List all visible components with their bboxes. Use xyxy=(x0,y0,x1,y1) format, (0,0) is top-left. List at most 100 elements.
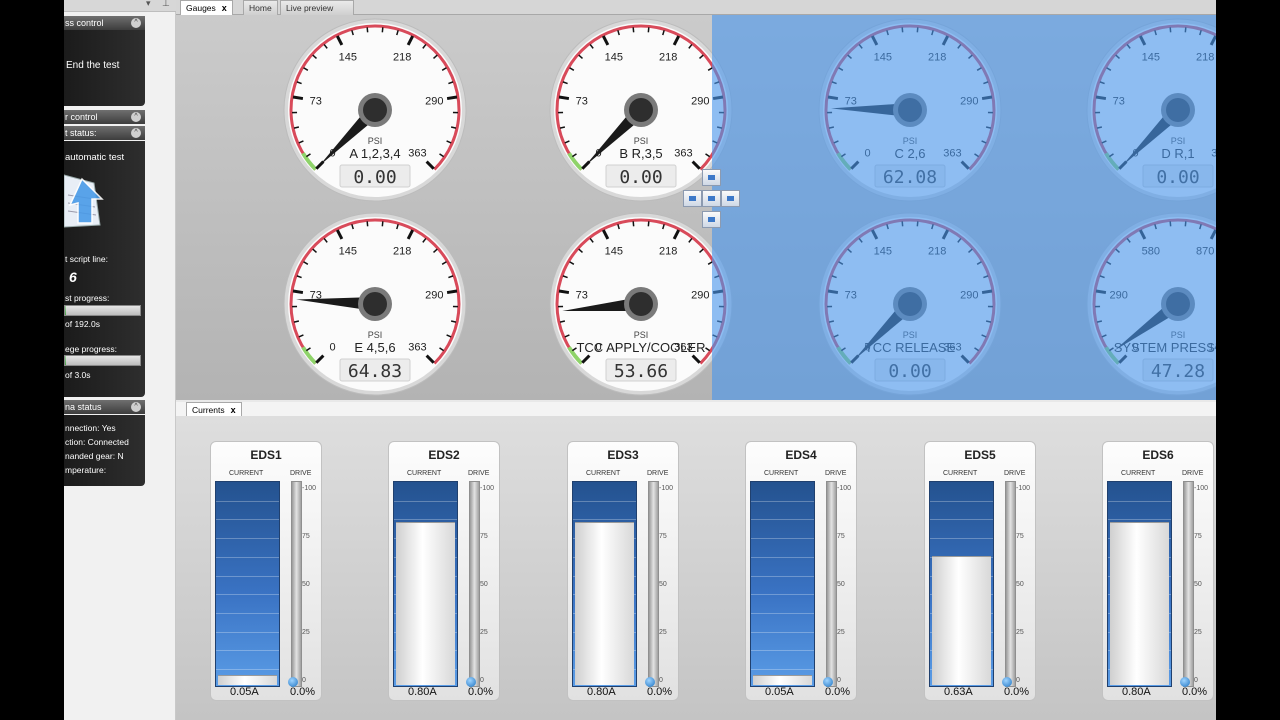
gauge-tick-label: 218 xyxy=(928,52,946,64)
dock-right-guide[interactable] xyxy=(721,190,740,207)
test-mode-label: automatic test xyxy=(65,152,125,163)
collapse-icon[interactable]: ^ xyxy=(131,112,141,122)
current-label: CURRENT xyxy=(229,470,264,477)
end-test-button[interactable]: End the test xyxy=(66,60,119,71)
drive-tick-label: 75 xyxy=(659,533,667,540)
close-icon[interactable]: x xyxy=(222,3,227,13)
tab-currents[interactable]: Currents x xyxy=(186,402,242,417)
drive-slider-track[interactable] xyxy=(826,481,837,687)
gauge-minor-tick xyxy=(985,320,992,323)
gauge-hub xyxy=(898,98,922,122)
drive-slider-track[interactable] xyxy=(1005,481,1016,687)
current-label: CURRENT xyxy=(1121,470,1156,477)
gauge-6: 073145 218290363PSITCC APPLY/COOLER53.66 xyxy=(549,212,733,396)
gauge-tick-label: 580 xyxy=(1142,246,1160,258)
drive-tick-label: 25 xyxy=(659,629,667,636)
drive-value: 0.0% xyxy=(290,686,316,698)
drive-tick-label: -100 xyxy=(1194,485,1209,492)
gauge-minor-tick xyxy=(716,320,723,323)
gauge-tick-label: 145 xyxy=(339,246,357,258)
gauge-hub xyxy=(363,292,387,316)
gauge-hub xyxy=(363,98,387,122)
tab-gauges[interactable]: Gauges x xyxy=(180,0,233,15)
currents-panel: EDS1 CURRENT DRIVE -100 75 50 25 0 0.05A 0.0% EDS2… xyxy=(176,416,1216,720)
drive-tick-label: 50 xyxy=(659,581,667,588)
current-label: CURRENT xyxy=(943,470,978,477)
current-value: 0.05A xyxy=(765,686,794,698)
gauge-tick-label: 290 xyxy=(691,96,709,108)
gauge-tick-label: 218 xyxy=(659,52,677,64)
drive-value: 0.0% xyxy=(825,686,851,698)
collapse-icon[interactable]: ^ xyxy=(131,18,141,28)
drive-tick-label: 0 xyxy=(1194,677,1198,684)
test-status-header[interactable]: t status: ^ xyxy=(64,126,145,140)
tab-label: Gauges xyxy=(186,3,216,13)
dock-top-guide[interactable] xyxy=(702,169,721,186)
gauge-tick-label: 145 xyxy=(1142,52,1160,64)
process-control-header[interactable]: ss control ^ xyxy=(64,16,145,30)
dock-center-guide[interactable] xyxy=(702,190,721,207)
status-line: mperature: xyxy=(65,465,107,475)
eds-title: EDS6 xyxy=(1142,448,1174,462)
process-control-body: End the test xyxy=(64,30,145,106)
gauge-name-label: A 1,2,3,4 xyxy=(349,146,400,161)
panel-title: t status: xyxy=(65,128,97,138)
drive-tick-label: 25 xyxy=(480,629,488,636)
gauge-tick-label: 218 xyxy=(659,246,677,258)
collapse-icon[interactable]: ^ xyxy=(131,402,141,412)
drive-tick-label: 50 xyxy=(837,581,845,588)
panel-title: r control xyxy=(65,112,98,122)
gauge-8: 029058087011601450PSISYSTEM PRESSURE47.2… xyxy=(1086,212,1216,396)
gauge-unit-label: PSI xyxy=(1171,330,1186,340)
drive-slider-track[interactable] xyxy=(469,481,480,687)
top-tabstrip: Gauges x Home Live preview xyxy=(176,0,1216,15)
gauge-major-tick xyxy=(446,95,458,101)
current-level-fill xyxy=(1110,522,1169,685)
status-line: ction: Connected xyxy=(65,437,129,447)
gauge-minor-tick xyxy=(450,320,457,323)
gauge-major-tick xyxy=(981,289,993,295)
drive-slider-track[interactable] xyxy=(648,481,659,687)
gauge-name-label: D R,1 xyxy=(1161,146,1194,161)
dock-menu-icon[interactable]: ▾ xyxy=(146,0,151,9)
gauge-7: 073145218290363PSITCC RELEASE0.00 xyxy=(818,212,1002,396)
gauges-panel: 073145218290363PSIA 1,2,3,40.00073145218… xyxy=(176,15,1216,400)
gauge-minor-tick xyxy=(293,320,300,323)
gauge-digital-value: 0.00 xyxy=(353,167,396,188)
gauge-tick-label: 363 xyxy=(408,147,426,159)
gauge-3: 0 73 145 218 290 363 PSIC 2,6 62.08 xyxy=(818,18,1002,202)
eds-card-2: EDS2 CURRENT DRIVE -100 75 50 25 0 0.80A 0.0% xyxy=(388,441,500,701)
panel-title: ss control xyxy=(65,18,104,28)
dock-pin-icon[interactable]: ⊥ xyxy=(162,0,170,9)
gauge-tick-label: 145 xyxy=(339,52,357,64)
drive-slider-track[interactable] xyxy=(291,481,302,687)
gear-control-header[interactable]: r control ^ xyxy=(64,110,145,124)
close-icon[interactable]: x xyxy=(231,405,236,415)
eds-card-1: EDS1 CURRENT DRIVE -100 75 50 25 0 0.05A 0.0% xyxy=(210,441,322,701)
gauge-grid: 073145218290363PSIA 1,2,3,40.00073145218… xyxy=(283,18,1216,396)
gauge-minor-tick xyxy=(985,126,992,129)
drive-tick-label: -100 xyxy=(480,485,495,492)
gauge-tick-label: 0 xyxy=(330,341,336,353)
gauge-tick-label: 73 xyxy=(845,290,857,302)
tab-live-preview[interactable]: Live preview xyxy=(280,0,354,15)
dock-left-guide[interactable] xyxy=(683,190,702,207)
tcm-status-header[interactable]: na status ^ xyxy=(64,400,145,414)
current-bar xyxy=(750,481,815,687)
stage-progress-bar xyxy=(64,355,141,366)
dock-bottom-guide[interactable] xyxy=(702,211,721,228)
tab-home[interactable]: Home xyxy=(243,0,278,15)
gauge-tick-label: 73 xyxy=(576,96,588,108)
gauge-digital-value: 0.00 xyxy=(1156,167,1199,188)
collapse-icon[interactable]: ^ xyxy=(131,128,141,138)
gauge-digital-value: 47.28 xyxy=(1151,361,1205,382)
gauge-digital-value: 0.00 xyxy=(888,361,931,382)
gauge-major-tick xyxy=(827,289,839,295)
drive-label: DRIVE xyxy=(468,470,490,477)
gauge-minor-tick xyxy=(450,126,457,129)
drive-slider-track[interactable] xyxy=(1183,481,1194,687)
current-value: 0.80A xyxy=(587,686,616,698)
current-level-fill xyxy=(575,522,634,685)
gauge-name-label: B R,3,5 xyxy=(619,146,662,161)
drive-tick-label: 0 xyxy=(1016,677,1020,684)
